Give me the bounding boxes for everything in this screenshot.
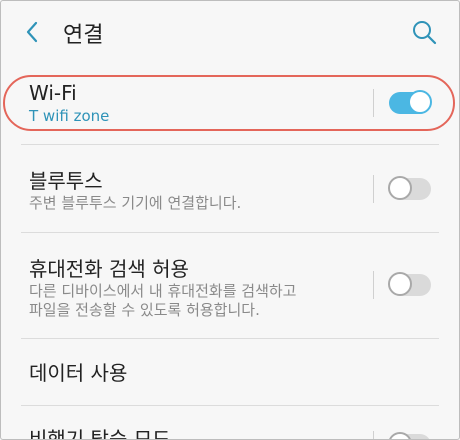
toggle-knob — [388, 432, 412, 439]
bluetooth-toggle[interactable] — [388, 176, 431, 200]
airplane-mode-toggle[interactable] — [388, 432, 431, 439]
toggle-knob — [388, 176, 412, 200]
wifi-row[interactable]: Wi-Fi T wifi zone — [1, 75, 459, 131]
toggle-knob — [408, 90, 432, 114]
divider — [21, 338, 439, 339]
search-icon — [413, 21, 437, 45]
back-button[interactable] — [19, 18, 45, 46]
connections-screen: 연결 Wi-Fi T wifi zone 블루투스 주변 블루투스 기기에 연결… — [0, 0, 460, 440]
row-separator — [373, 271, 374, 299]
airplane-mode-label: 비행기 탑승 모드 — [29, 427, 171, 440]
data-usage-row[interactable]: 데이터 사용 — [1, 345, 459, 397]
bluetooth-label: 블루투스 — [29, 169, 103, 193]
divider — [21, 144, 439, 145]
bluetooth-description: 주변 블루투스 기기에 연결합니다. — [29, 194, 242, 212]
row-separator — [373, 89, 374, 117]
data-usage-label: 데이터 사용 — [29, 361, 128, 385]
app-header: 연결 — [1, 1, 459, 63]
search-button[interactable] — [409, 17, 439, 47]
divider — [21, 232, 439, 233]
phone-visibility-toggle[interactable] — [388, 272, 431, 296]
phone-visibility-description-line2: 파일을 전송할 수 있도록 허용합니다. — [29, 301, 260, 319]
row-separator — [373, 431, 374, 439]
phone-visibility-row[interactable]: 휴대전화 검색 허용 다른 디바이스에서 내 휴대전화를 검색하고 파일을 전송… — [1, 239, 459, 331]
chevron-left-icon — [26, 21, 38, 43]
wifi-label: Wi-Fi — [29, 81, 77, 105]
row-separator — [373, 175, 374, 203]
divider — [21, 405, 439, 406]
bluetooth-row[interactable]: 블루투스 주변 블루투스 기기에 연결합니다. — [1, 151, 459, 223]
wifi-toggle[interactable] — [389, 90, 432, 114]
wifi-network-name: T wifi zone — [29, 107, 110, 125]
page-title: 연결 — [63, 23, 104, 48]
toggle-knob — [388, 272, 412, 296]
phone-visibility-description-line1: 다른 디바이스에서 내 휴대전화를 검색하고 — [29, 282, 297, 300]
phone-visibility-label: 휴대전화 검색 허용 — [29, 257, 189, 281]
airplane-mode-row[interactable]: 비행기 탑승 모드 — [1, 411, 459, 440]
